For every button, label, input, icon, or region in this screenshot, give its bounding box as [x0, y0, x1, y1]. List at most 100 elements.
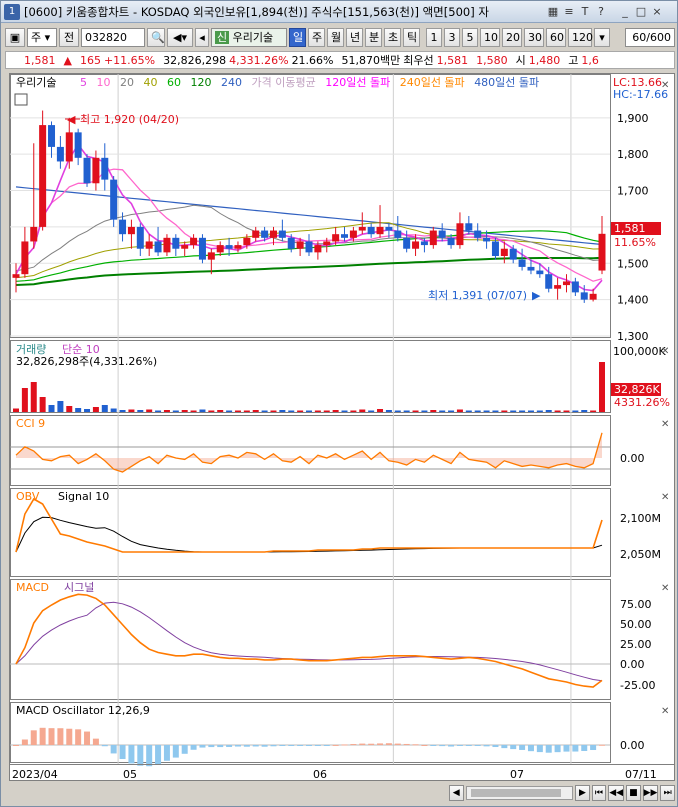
volume-bar — [430, 410, 437, 412]
prev-button[interactable]: 전 — [59, 27, 79, 47]
osc-bar — [412, 744, 419, 746]
osc-bar — [510, 745, 517, 750]
x-axis: 2023/04 05 06 07 07/11 — [10, 764, 674, 781]
cci-close-icon[interactable]: ✕ — [661, 419, 669, 430]
obv-lines — [15, 497, 603, 553]
low-note: 최저 1,391 (07/07) — [428, 289, 527, 302]
legend-hc: HC:-17.66 — [613, 88, 668, 101]
layout-icon[interactable]: ▣ — [5, 27, 25, 47]
high-annotation: ◀ 최고 1,920 (04/20) — [65, 113, 179, 126]
stock-name-field[interactable]: 신 우리기술 — [211, 27, 287, 47]
chart-svg[interactable]: 우리기술 5 10 20 40 60 120 240 가격 이동평균 120일선… — [10, 74, 674, 781]
candle-body — [74, 132, 82, 158]
volume-bar — [128, 409, 135, 412]
osc-bar — [465, 745, 472, 746]
zoom-out-icon[interactable]: ◀ — [449, 785, 464, 801]
volume-bar — [119, 410, 126, 412]
chart-area[interactable]: 우리기술 5 10 20 40 60 120 240 가격 이동평균 120일선… — [9, 73, 675, 781]
interval-60-button[interactable]: 60 — [546, 27, 566, 47]
volume-close-icon[interactable]: ✕ — [661, 346, 669, 357]
osc-bar — [332, 744, 339, 746]
bars-icon[interactable]: ≡ — [562, 5, 576, 19]
period-day-button[interactable]: 일 — [289, 27, 306, 47]
interval-30-button[interactable]: 30 — [524, 27, 544, 47]
code-input[interactable]: 032820 — [81, 27, 145, 47]
prev-stock-icon[interactable]: ◂ — [195, 27, 209, 47]
minimize-icon[interactable]: _ — [618, 5, 632, 19]
count-field[interactable]: 60/600 — [625, 27, 675, 47]
candle-body — [509, 248, 517, 260]
osc-bar — [421, 745, 428, 746]
last-icon[interactable]: ⏭ — [660, 785, 675, 801]
first-icon[interactable]: ⏮ — [591, 785, 607, 801]
macd-panel: MACD 시그널 75.00 50.00 25.00 0.00 -25.00 — [10, 581, 655, 692]
volume-bar — [234, 410, 241, 412]
volume-bar — [217, 410, 224, 412]
volume-y-tick: 100,000K — [613, 345, 666, 358]
candle-body — [545, 274, 553, 289]
breakout-120-label: 120일선 돌파 — [325, 75, 390, 89]
panel-close-icon[interactable]: ✕ — [661, 80, 669, 91]
interval-3-button[interactable]: 3 — [444, 27, 460, 47]
osc-bar — [190, 745, 197, 750]
legend-stock-name: 우리기술 — [16, 76, 56, 89]
speaker-icon[interactable]: ◀▾ — [167, 27, 193, 47]
interval-5-button[interactable]: 5 — [462, 27, 478, 47]
chart-scrollbar[interactable]: ◀ ▶ ⏮ ◀◀ ■ ▶▶ ⏭ — [9, 783, 675, 803]
prev-icon[interactable]: ◀◀ — [608, 785, 625, 801]
candle-body — [341, 234, 349, 238]
search-icon[interactable]: 🔍 — [147, 27, 165, 47]
volume-bar — [421, 410, 428, 412]
cci-line — [10, 432, 610, 473]
next-icon[interactable]: ▶▶ — [642, 785, 659, 801]
candle-body — [562, 281, 570, 286]
candle-body — [30, 226, 38, 242]
macd-close-icon[interactable]: ✕ — [661, 583, 669, 594]
interval-10-button[interactable]: 10 — [480, 27, 500, 47]
osc-title: MACD Oscillator 12,26,9 — [16, 704, 150, 717]
interval-1-button[interactable]: 1 — [426, 27, 442, 47]
period-month-button[interactable]: 월 — [327, 27, 344, 47]
quote-bid-label: 최우선 — [403, 54, 434, 67]
close-icon[interactable]: × — [650, 5, 664, 19]
volume-bar — [519, 410, 526, 412]
osc-bar — [483, 745, 490, 747]
volume-bar — [270, 410, 277, 412]
osc-close-icon[interactable]: ✕ — [661, 706, 669, 717]
table-icon[interactable] — [14, 93, 28, 106]
scroll-track[interactable] — [465, 786, 574, 800]
osc-bar — [57, 728, 64, 745]
osc-bar — [66, 728, 73, 745]
volume-bar — [21, 388, 28, 412]
help-icon[interactable]: ? — [594, 5, 608, 19]
osc-bar — [368, 743, 375, 745]
interval-20-button[interactable]: 20 — [502, 27, 522, 47]
quote-open: 1,480 — [528, 53, 561, 67]
period-tick-button[interactable]: 틱 — [403, 27, 420, 47]
volume-bar — [545, 410, 552, 412]
price-tick-label: 1,500 — [617, 257, 649, 270]
interval-120-button[interactable]: 120 — [568, 27, 593, 47]
breakout-480-label: 480일선 돌파 — [474, 75, 539, 89]
scroll-right-icon[interactable]: ▶ — [575, 785, 590, 801]
settings-icon[interactable]: ▾ — [594, 27, 610, 47]
obv-close-icon[interactable]: ✕ — [661, 492, 669, 503]
stop-icon[interactable]: ■ — [626, 785, 641, 801]
grid-icon[interactable]: ▦ — [546, 5, 560, 19]
quote-volume: 32,826,298 — [163, 53, 227, 67]
obv-signal-line — [15, 516, 603, 553]
period-year-button[interactable]: 년 — [346, 27, 363, 47]
candle-body — [110, 179, 118, 220]
scroll-thumb[interactable] — [470, 789, 561, 797]
restore-icon[interactable]: □ — [634, 5, 648, 19]
period-minute-button[interactable]: 분 — [365, 27, 382, 47]
period-week-button[interactable]: 주 — [308, 27, 325, 47]
volume-bar — [536, 410, 543, 412]
period-second-button[interactable]: 초 — [384, 27, 401, 47]
code-type-select[interactable]: 주 ▾ — [27, 27, 57, 47]
candle-body — [163, 237, 171, 253]
t-icon[interactable]: T — [578, 5, 592, 19]
current-price-value: 1,581 — [614, 222, 646, 235]
obv-line-path — [15, 497, 603, 553]
quote-high: 1,6 — [581, 53, 599, 67]
